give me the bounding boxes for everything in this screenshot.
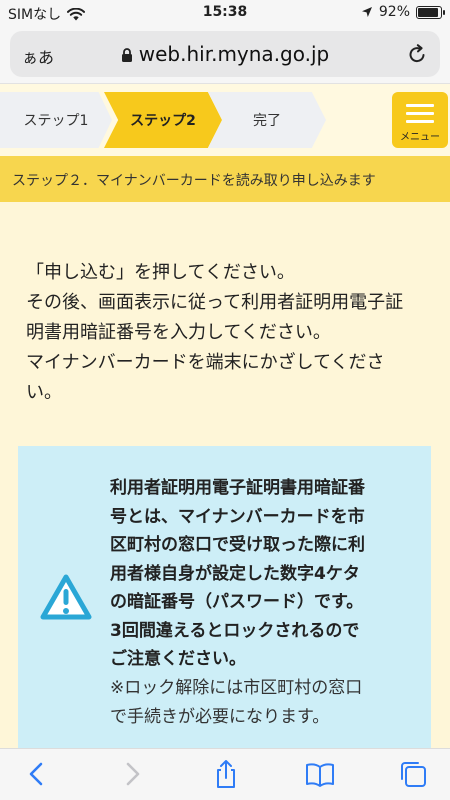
footnote-line: で手続きが必要になります。 — [110, 706, 330, 727]
step-2-current: ステップ2 — [104, 92, 222, 148]
location-arrow-icon — [361, 7, 372, 17]
forward-icon[interactable] — [117, 759, 147, 789]
step-indicator: ステップ1 ステップ2 完了 メニュー — [0, 84, 450, 156]
notice-line: 区町村の窓口で受け取った際に利 — [110, 535, 365, 555]
tabs-icon[interactable] — [398, 759, 428, 789]
warning-icon — [40, 574, 92, 620]
battery-icon — [416, 5, 445, 19]
step-banner: ステップ２．マイナンバーカードを読み取り申し込みます — [0, 156, 450, 202]
notice-line: 用者様自身が設定した数字4ケタ — [110, 563, 360, 584]
instruction-line: い。 — [26, 382, 62, 403]
battery-percent: 92% — [378, 4, 410, 20]
instructions-text: 「申し込む」を押してください。 その後、画面表示に従って利用者証明用電子証 明書… — [26, 258, 430, 408]
address-bar[interactable]: ぁあ web.hir.myna.go.jp — [10, 31, 440, 77]
back-icon[interactable] — [22, 759, 52, 789]
share-icon[interactable] — [211, 759, 241, 789]
notice-line: ご注意ください。 — [110, 649, 246, 669]
notice-line: 号とは、マイナンバーカードを市 — [110, 506, 365, 527]
instruction-line: 明書用暗証番号を入力してください。 — [26, 322, 331, 343]
browser-toolbar — [0, 748, 450, 800]
instruction-line: 「申し込む」を押してください。 — [26, 262, 295, 283]
notice-line: 3回間違えるとロックされるので — [110, 620, 360, 641]
instruction-line: マイナンバーカードを端末にかざしてくださ — [26, 352, 385, 373]
pin-notice-box: 利用者証明用電子証明書用暗証番 号とは、マイナンバーカードを市 区町村の窓口で受… — [18, 446, 431, 756]
browser-address-area: ぁあ web.hir.myna.go.jp — [0, 26, 450, 84]
notice-main-text: 利用者証明用電子証明書用暗証番 号とは、マイナンバーカードを市 区町村の窓口で受… — [110, 474, 410, 674]
menu-button[interactable]: メニュー — [392, 92, 448, 148]
status-bar: SIMなし 15:38 92% — [0, 0, 450, 26]
menu-label: メニュー — [400, 132, 440, 143]
notice-line: の暗証番号（パスワード）です。 — [110, 592, 364, 612]
lock-icon — [121, 48, 132, 62]
reload-icon[interactable] — [406, 43, 428, 65]
footnote-line: ※ロック解除には市区町村の窓口 — [110, 678, 363, 698]
url-text: web.hir.myna.go.jp — [138, 42, 330, 66]
step-1: ステップ1 — [0, 92, 112, 148]
bookmarks-icon[interactable] — [305, 759, 335, 789]
step-complete: 完了 — [208, 92, 326, 148]
url-field[interactable]: web.hir.myna.go.jp — [10, 42, 440, 66]
instruction-line: その後、画面表示に従って利用者証明用電子証 — [26, 292, 404, 313]
hamburger-icon — [406, 104, 434, 128]
notice-footnote: ※ロック解除には市区町村の窓口 で手続きが必要になります。 — [110, 674, 410, 731]
battery-level — [418, 7, 439, 17]
main-content: 「申し込む」を押してください。 その後、画面表示に従って利用者証明用電子証 明書… — [0, 202, 450, 756]
notice-line: 利用者証明用電子証明書用暗証番 — [110, 478, 365, 498]
